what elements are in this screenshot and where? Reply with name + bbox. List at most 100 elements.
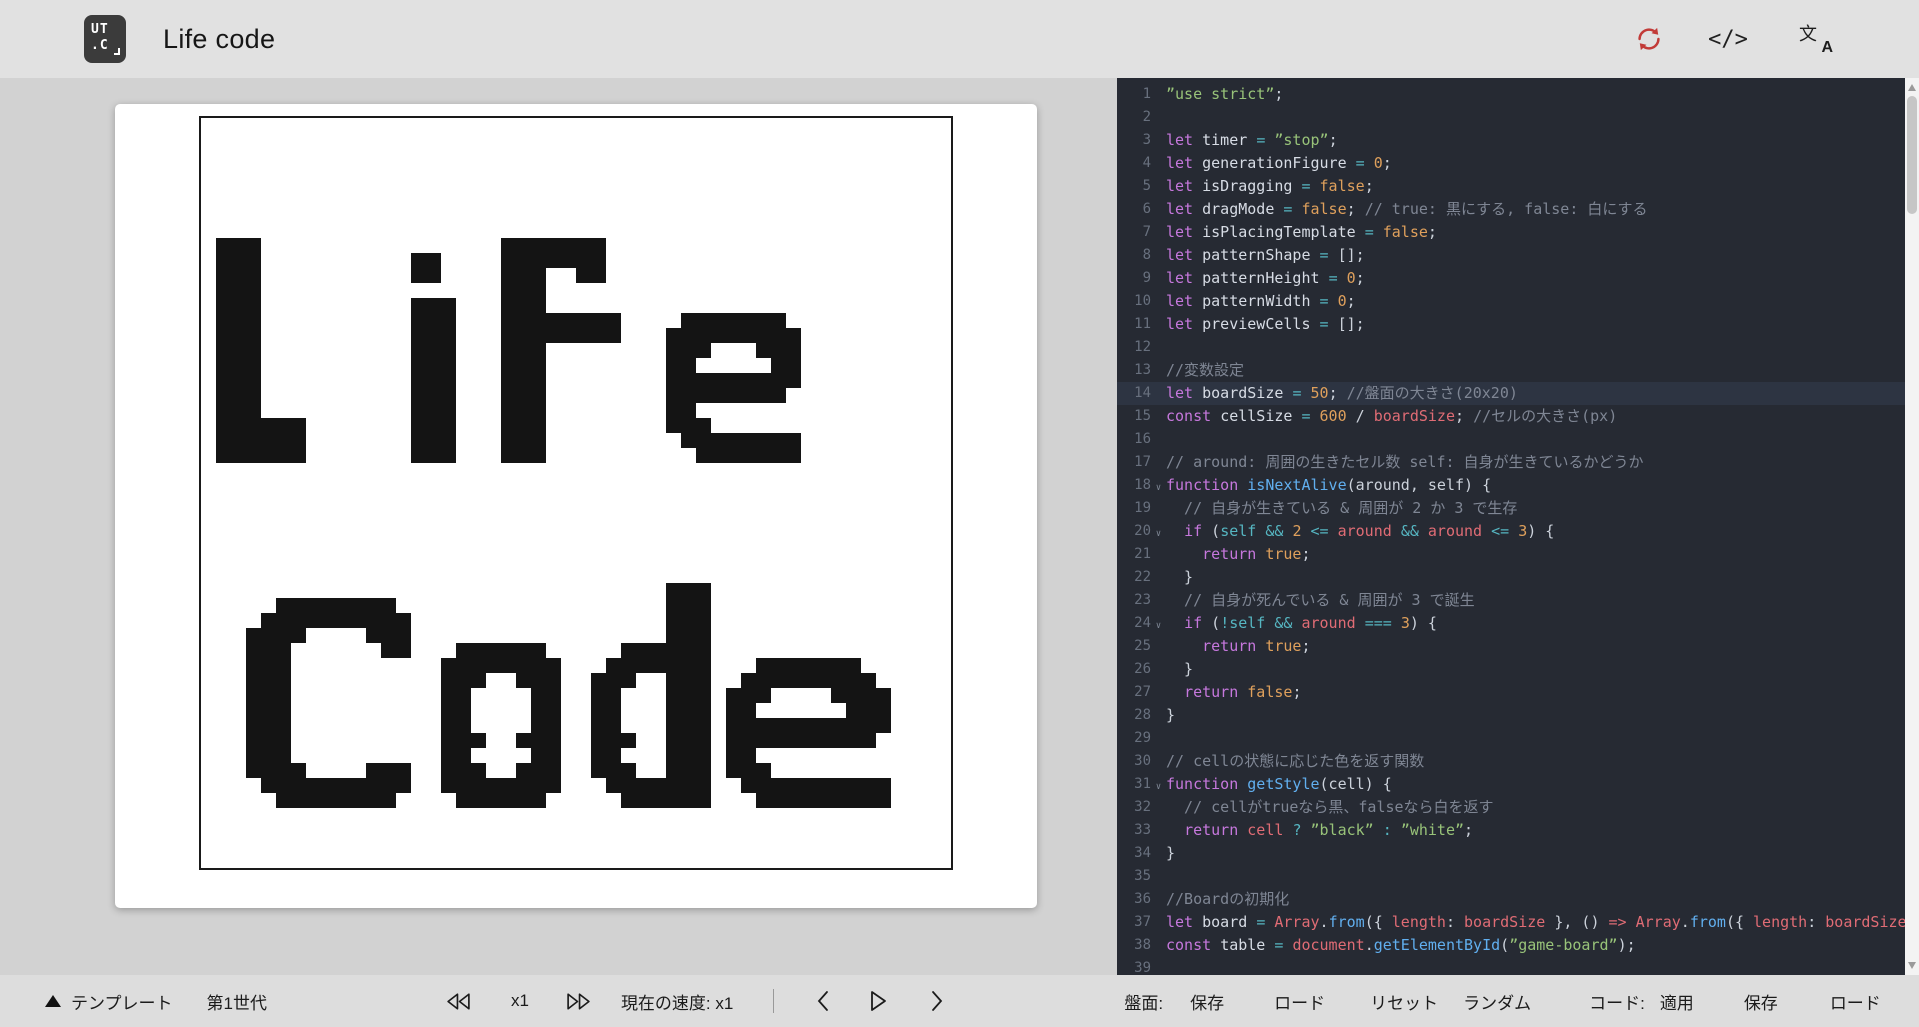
alive-cell[interactable] — [771, 793, 786, 808]
alive-cell[interactable] — [771, 373, 786, 388]
alive-cell[interactable] — [636, 793, 651, 808]
alive-cell[interactable] — [501, 388, 516, 403]
alive-cell[interactable] — [426, 358, 441, 373]
alive-cell[interactable] — [216, 373, 231, 388]
alive-cell[interactable] — [276, 613, 291, 628]
alive-cell[interactable] — [456, 718, 471, 733]
alive-cell[interactable] — [876, 778, 891, 793]
play-icon[interactable] — [868, 990, 888, 1012]
alive-cell[interactable] — [216, 343, 231, 358]
alive-cell[interactable] — [216, 268, 231, 283]
alive-cell[interactable] — [681, 433, 696, 448]
code-line[interactable]: 33 return cell ? ”black” : ”white”; — [1117, 819, 1905, 842]
alive-cell[interactable] — [216, 418, 231, 433]
scrollbar-thumb[interactable] — [1907, 96, 1917, 214]
code-save-button[interactable]: 保存 — [1744, 989, 1778, 1014]
alive-cell[interactable] — [501, 433, 516, 448]
alive-cell[interactable] — [591, 718, 606, 733]
alive-cell[interactable] — [666, 703, 681, 718]
code-editor[interactable]: 1”use strict”;23let timer = ”stop”;4let … — [1117, 78, 1905, 975]
code-line[interactable]: 38const table = document.getElementById(… — [1117, 934, 1905, 957]
alive-cell[interactable] — [846, 733, 861, 748]
template-toggle-button[interactable]: テンプレート — [45, 989, 173, 1014]
alive-cell[interactable] — [246, 688, 261, 703]
alive-cell[interactable] — [816, 733, 831, 748]
alive-cell[interactable] — [666, 658, 681, 673]
alive-cell[interactable] — [426, 268, 441, 283]
alive-cell[interactable] — [246, 298, 261, 313]
alive-cell[interactable] — [531, 328, 546, 343]
alive-cell[interactable] — [771, 658, 786, 673]
alive-cell[interactable] — [771, 358, 786, 373]
alive-cell[interactable] — [846, 658, 861, 673]
code-line[interactable]: 4let generationFigure = 0; — [1117, 152, 1905, 175]
code-line[interactable]: 22 } — [1117, 566, 1905, 589]
alive-cell[interactable] — [486, 643, 501, 658]
alive-cell[interactable] — [246, 373, 261, 388]
alive-cell[interactable] — [351, 613, 366, 628]
alive-cell[interactable] — [426, 418, 441, 433]
alive-cell[interactable] — [741, 703, 756, 718]
alive-cell[interactable] — [246, 313, 261, 328]
alive-cell[interactable] — [666, 643, 681, 658]
alive-cell[interactable] — [306, 778, 321, 793]
alive-cell[interactable] — [516, 643, 531, 658]
alive-cell[interactable] — [381, 793, 396, 808]
alive-cell[interactable] — [501, 268, 516, 283]
alive-cell[interactable] — [621, 778, 636, 793]
alive-cell[interactable] — [666, 778, 681, 793]
alive-cell[interactable] — [441, 778, 456, 793]
alive-cell[interactable] — [231, 343, 246, 358]
alive-cell[interactable] — [681, 628, 696, 643]
alive-cell[interactable] — [231, 313, 246, 328]
alive-cell[interactable] — [246, 658, 261, 673]
code-line[interactable]: 12 — [1117, 336, 1905, 359]
alive-cell[interactable] — [741, 778, 756, 793]
alive-cell[interactable] — [876, 703, 891, 718]
alive-cell[interactable] — [741, 388, 756, 403]
alive-cell[interactable] — [771, 733, 786, 748]
alive-cell[interactable] — [261, 703, 276, 718]
alive-cell[interactable] — [681, 613, 696, 628]
alive-cell[interactable] — [246, 448, 261, 463]
alive-cell[interactable] — [861, 703, 876, 718]
alive-cell[interactable] — [696, 778, 711, 793]
alive-cell[interactable] — [546, 658, 561, 673]
alive-cell[interactable] — [861, 793, 876, 808]
alive-cell[interactable] — [366, 778, 381, 793]
alive-cell[interactable] — [516, 763, 531, 778]
alive-cell[interactable] — [786, 433, 801, 448]
alive-cell[interactable] — [606, 313, 621, 328]
alive-cell[interactable] — [231, 388, 246, 403]
alive-cell[interactable] — [381, 628, 396, 643]
alive-cell[interactable] — [786, 673, 801, 688]
alive-cell[interactable] — [516, 433, 531, 448]
code-line[interactable]: 30// cellの状態に応じた色を返す関数 — [1117, 750, 1905, 773]
alive-cell[interactable] — [546, 253, 561, 268]
alive-cell[interactable] — [666, 328, 681, 343]
board-save-button[interactable]: 保存 — [1190, 989, 1224, 1014]
alive-cell[interactable] — [846, 718, 861, 733]
alive-cell[interactable] — [861, 688, 876, 703]
alive-cell[interactable] — [606, 658, 621, 673]
alive-cell[interactable] — [516, 238, 531, 253]
alive-cell[interactable] — [291, 418, 306, 433]
alive-cell[interactable] — [741, 328, 756, 343]
alive-cell[interactable] — [801, 778, 816, 793]
code-line[interactable]: 1”use strict”; — [1117, 83, 1905, 106]
alive-cell[interactable] — [666, 343, 681, 358]
alive-cell[interactable] — [441, 403, 456, 418]
alive-cell[interactable] — [441, 313, 456, 328]
alive-cell[interactable] — [831, 718, 846, 733]
alive-cell[interactable] — [246, 718, 261, 733]
alive-cell[interactable] — [756, 778, 771, 793]
alive-cell[interactable] — [756, 373, 771, 388]
scrollbar-down-arrow-icon[interactable] — [1908, 962, 1916, 969]
alive-cell[interactable] — [696, 643, 711, 658]
code-line[interactable]: 35 — [1117, 865, 1905, 888]
alive-cell[interactable] — [771, 433, 786, 448]
alive-cell[interactable] — [231, 403, 246, 418]
alive-cell[interactable] — [801, 793, 816, 808]
alive-cell[interactable] — [246, 238, 261, 253]
fold-chevron-icon[interactable]: ∨ — [1151, 615, 1166, 638]
